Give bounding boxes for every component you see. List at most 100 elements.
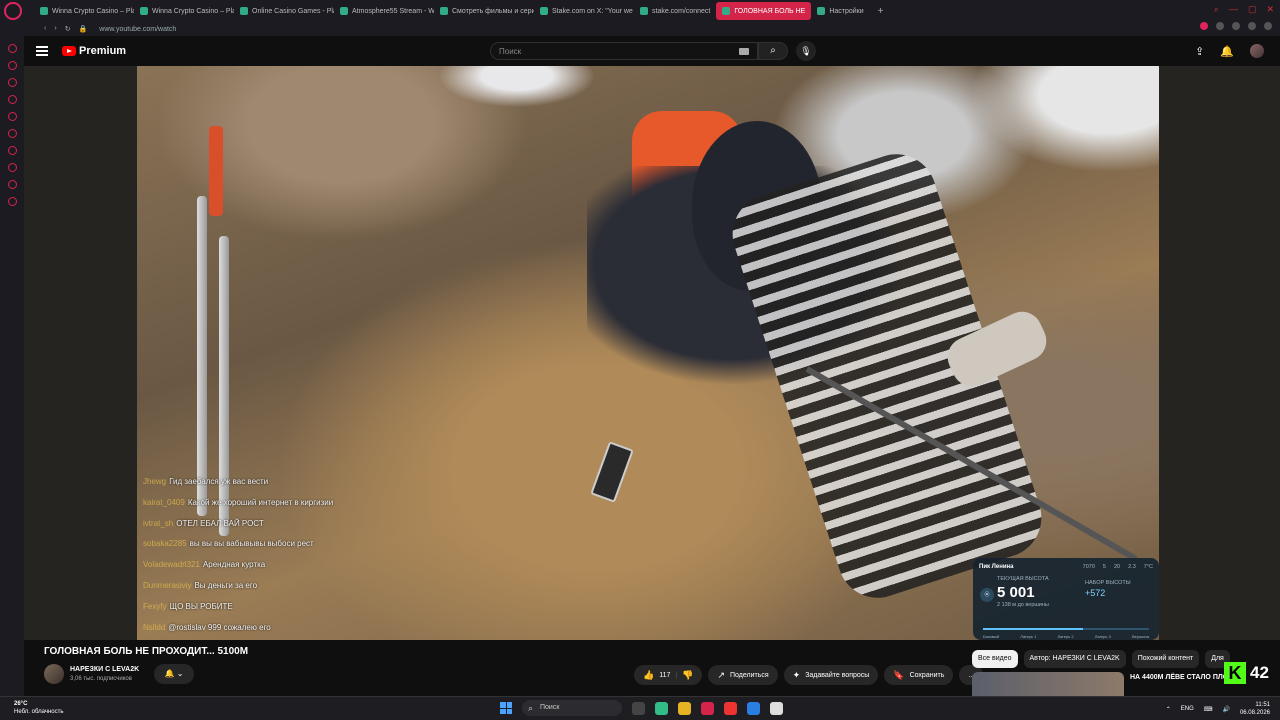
chat-username: Nslldd — [143, 622, 166, 632]
forward-icon[interactable]: › — [54, 25, 56, 33]
sidebar-app-icon[interactable] — [7, 146, 17, 155]
altitude-gain: +572 — [1085, 588, 1106, 598]
video-frame[interactable]: Jhewg Гид заебался уж вас вести kairat_040… — [137, 66, 1159, 640]
tray-expand-icon[interactable]: ⌃ — [1166, 706, 1171, 713]
tab-favicon-icon — [817, 7, 826, 15]
thumbs-up-icon: 👍 — [643, 669, 655, 680]
download-icon[interactable] — [1248, 22, 1256, 30]
filter-chip[interactable]: Все видео — [972, 650, 1018, 668]
clock-time: 11:51 — [1255, 702, 1270, 708]
browser-tab[interactable]: Настройки — [811, 2, 869, 20]
app-icon[interactable] — [770, 701, 783, 715]
weather-widget[interactable]: 26°C Небл. облачность — [14, 700, 63, 716]
browser-tab[interactable]: stake.com/connect — [634, 2, 716, 20]
chat-message: sobaka2285 вы вы вы вабывывы выбоси рест — [143, 534, 423, 555]
chevron-down-icon: ⌄ — [176, 669, 184, 678]
minimize-icon[interactable]: — — [1229, 4, 1238, 15]
back-icon[interactable]: ‹ — [44, 25, 46, 33]
sidebar-app-icon[interactable] — [7, 163, 17, 172]
youtube-header: Premium Поиск ⌕ 🎙 ⇪ 🔔 — [24, 36, 1280, 66]
taskbar-search[interactable]: Поиск — [522, 700, 622, 716]
windows-taskbar: 26°C Небл. облачность Поиск ⌃ ENG ⌨ 🔊 11… — [0, 696, 1280, 720]
gps-device — [590, 441, 634, 503]
sidebar-app-icon[interactable] — [7, 180, 17, 189]
sidebar-app-icon[interactable] — [7, 44, 17, 53]
subscriber-count: 3,06 тыс. подписчиков — [70, 676, 132, 682]
keyboard-icon[interactable] — [739, 48, 749, 55]
channel-avatar[interactable] — [44, 664, 64, 684]
browser-tab[interactable]: ГОЛОВНАЯ БОЛЬ НЕ — [716, 2, 812, 20]
new-tab-button[interactable]: + — [878, 6, 884, 17]
sidebar-app-icon[interactable] — [7, 78, 17, 87]
chat-text: Гид заебался уж вас вести — [169, 477, 269, 486]
sidebar-app-icon[interactable] — [7, 129, 17, 138]
menu-icon[interactable] — [1264, 22, 1272, 30]
save-button[interactable]: 🔖 Сохранить — [884, 665, 954, 685]
browser-tab[interactable]: Stake.com on X: "Your we — [534, 2, 634, 20]
chat-username: ivtrat_sh — [143, 518, 174, 528]
sidebar-app-icon[interactable] — [7, 95, 17, 104]
url-field[interactable]: www.youtube.com/watch — [99, 26, 176, 33]
channel-name[interactable]: НАРЕЗКИ С LEVA2K — [70, 666, 139, 673]
pole-grip — [209, 126, 223, 216]
like-button[interactable]: 👍 117 | 👎 — [634, 665, 703, 685]
yandex-icon[interactable] — [724, 701, 737, 715]
sidebar-app-icon[interactable] — [7, 61, 17, 70]
tab-label: ГОЛОВНАЯ БОЛЬ НЕ — [734, 7, 806, 15]
language-indicator[interactable]: ENG — [1181, 706, 1194, 712]
extension-icon[interactable] — [1200, 22, 1208, 30]
close-icon[interactable]: ✕ — [1266, 4, 1274, 15]
ask-button[interactable]: ✦ Задавайте вопросы — [783, 665, 879, 685]
search-icon: ⌕ — [770, 45, 776, 56]
task-view-icon[interactable] — [632, 701, 645, 715]
logo-text: Premium — [79, 45, 127, 57]
clock[interactable]: 11:51 06.08.2026 — [1240, 701, 1270, 717]
search-placeholder: Поиск — [499, 46, 522, 56]
network-icon[interactable]: ⌨ — [1204, 706, 1213, 713]
youtube-logo[interactable]: Premium — [62, 45, 126, 57]
recommended-title[interactable]: НА 4400М ЛЁВЕ СТАЛО ПЛОХ — [1130, 674, 1233, 681]
filter-chip[interactable]: Похожий контент — [1131, 650, 1200, 668]
search-button[interactable]: ⌕ — [758, 42, 788, 60]
checkmark-app-icon[interactable] — [747, 701, 760, 715]
search-input[interactable]: Поиск — [490, 42, 758, 60]
filter-chip[interactable]: Автор: НАРЕЗКИ С LEVA2K — [1023, 650, 1126, 668]
route-labels: Базовый Лагерь 1 Лагерь 2 Лагерь 3 Вершина — [983, 634, 1149, 639]
chrome-icon[interactable] — [655, 701, 668, 715]
video-title: ГОЛОВНАЯ БОЛЬ НЕ ПРОХОДИТ... 5100M — [44, 646, 249, 657]
avatar[interactable] — [1250, 44, 1264, 58]
route-label: Вершина — [1131, 634, 1149, 639]
thumbs-down-icon[interactable]: 👎 — [682, 670, 693, 681]
sidebar-app-icon[interactable] — [7, 197, 17, 206]
sidebar-app-icon[interactable] — [7, 112, 17, 121]
chat-username: Jhewg — [143, 477, 167, 486]
create-icon[interactable]: ⇪ — [1195, 45, 1204, 58]
maximize-icon[interactable]: ▢ — [1248, 4, 1257, 15]
extension-icon[interactable] — [1216, 22, 1224, 30]
browser-tab[interactable]: Atmosphere55 Stream - W — [334, 2, 434, 20]
snow-patch — [417, 66, 617, 116]
reload-icon[interactable]: ↻ — [65, 25, 71, 33]
browser-tab[interactable]: Winna Crypto Casino – Pla — [34, 2, 134, 20]
tab-favicon-icon — [540, 7, 548, 15]
file-explorer-icon[interactable] — [678, 701, 691, 715]
extension-icon[interactable] — [1232, 22, 1240, 30]
notifications-bell-icon[interactable]: 🔔 — [1220, 45, 1234, 58]
opera-taskbar-icon[interactable] — [701, 701, 714, 715]
menu-icon[interactable] — [36, 46, 48, 56]
browser-tab[interactable]: Winna Crypto Casino – Pla — [134, 2, 234, 20]
voice-search-button[interactable]: 🎙 — [796, 41, 816, 61]
browser-tab[interactable]: Online Casino Games - Pla — [234, 2, 334, 20]
windows-start-icon[interactable] — [500, 702, 512, 714]
search-tabs-icon[interactable]: ⌕ — [1214, 4, 1219, 15]
share-button[interactable]: ↗ Поделиться — [708, 665, 778, 685]
recommended-thumbnail[interactable] — [972, 672, 1124, 696]
volume-icon[interactable]: 🔊 — [1222, 706, 1229, 713]
tab-label: Stake.com on X: "Your we — [552, 7, 633, 15]
subscription-bell-button[interactable]: 🔔 ⌄ — [154, 664, 194, 684]
chat-message: Jhewg Гид заебался уж вас вести — [143, 472, 423, 493]
opera-icon[interactable] — [4, 2, 22, 20]
recommendation-chips: Все видео Автор: НАРЕЗКИ С LEVA2K Похожий … — [972, 650, 1230, 668]
browser-tab[interactable]: Смотреть фильмы и сери — [434, 2, 534, 20]
clock-date: 06.08.2026 — [1239, 710, 1270, 716]
